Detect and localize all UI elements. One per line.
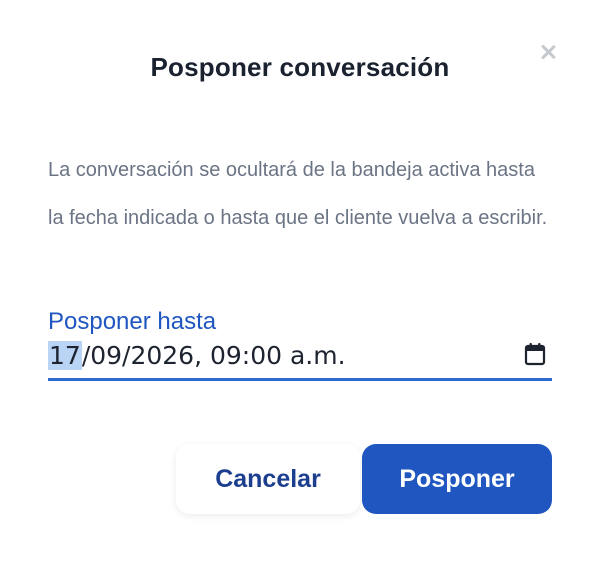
day-segment[interactable]: 17 [48, 341, 82, 370]
cancel-button[interactable]: Cancelar [176, 444, 360, 514]
calendar-icon[interactable] [524, 342, 546, 366]
dialog-description: La conversación se ocultará de la bandej… [48, 159, 548, 229]
postpone-button[interactable]: Posponer [362, 444, 552, 514]
postpone-until-label: Posponer hasta [48, 308, 217, 335]
datetime-input[interactable]: 17/09/2026, 09:00 a.m. [48, 338, 552, 381]
postpone-until-field: Posponer hasta 17/09/2026, 09:00 a.m. [48, 306, 552, 381]
datetime-value[interactable]: /09/2026, 09:00 a.m. [82, 341, 346, 370]
dialog-title: Posponer conversación [150, 52, 450, 82]
postpone-dialog: Posponer conversación La conversación se… [0, 0, 600, 562]
